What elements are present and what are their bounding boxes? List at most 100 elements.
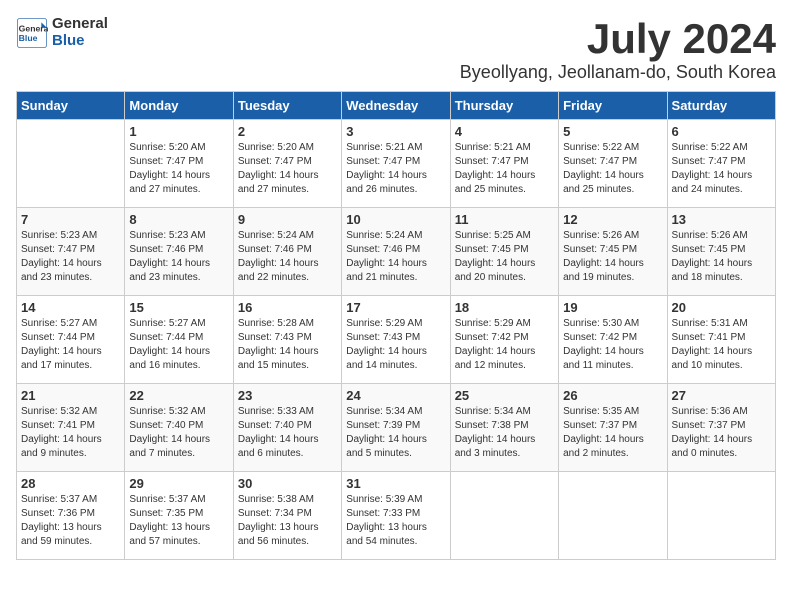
day-info: Sunrise: 5:36 AMSunset: 7:37 PMDaylight:… (672, 405, 771, 461)
svg-text:Blue: Blue (19, 33, 38, 43)
day-info: Sunrise: 5:26 AMSunset: 7:45 PMDaylight:… (672, 229, 771, 285)
calendar-cell: 1 Sunrise: 5:20 AMSunset: 7:47 PMDaylight… (125, 120, 233, 208)
day-number: 11 (455, 212, 554, 227)
day-number: 8 (129, 212, 228, 227)
day-number: 29 (129, 476, 228, 491)
day-number: 10 (346, 212, 445, 227)
day-of-week-header: Saturday (667, 92, 775, 120)
calendar-cell: 20 Sunrise: 5:31 AMSunset: 7:41 PMDayligh… (667, 296, 775, 384)
day-number: 17 (346, 300, 445, 315)
calendar-cell (667, 472, 775, 560)
day-info: Sunrise: 5:28 AMSunset: 7:43 PMDaylight:… (238, 317, 337, 373)
calendar-cell: 25 Sunrise: 5:34 AMSunset: 7:38 PMDayligh… (450, 384, 558, 472)
day-number: 23 (238, 388, 337, 403)
day-of-week-header: Wednesday (342, 92, 450, 120)
calendar-cell: 21Sunrise: 5:32 AMSunset: 7:41 PMDayligh… (17, 384, 125, 472)
day-number: 7 (21, 212, 120, 227)
days-header-row: SundayMondayTuesdayWednesdayThursdayFrid… (17, 92, 776, 120)
week-row: 7 Sunrise: 5:23 AMSunset: 7:47 PMDaylight… (17, 208, 776, 296)
calendar-cell: 7 Sunrise: 5:23 AMSunset: 7:47 PMDaylight… (17, 208, 125, 296)
day-info: Sunrise: 5:23 AMSunset: 7:47 PMDaylight:… (21, 229, 120, 285)
logo-general: General (52, 16, 108, 33)
calendar-cell: 16 Sunrise: 5:28 AMSunset: 7:43 PMDayligh… (233, 296, 341, 384)
calendar-cell: 11 Sunrise: 5:25 AMSunset: 7:45 PMDayligh… (450, 208, 558, 296)
day-info: Sunrise: 5:34 AMSunset: 7:39 PMDaylight:… (346, 405, 445, 461)
day-info: Sunrise: 5:39 AMSunset: 7:33 PMDaylight:… (346, 493, 445, 549)
day-info: Sunrise: 5:31 AMSunset: 7:41 PMDaylight:… (672, 317, 771, 373)
week-row: 21Sunrise: 5:32 AMSunset: 7:41 PMDayligh… (17, 384, 776, 472)
day-info: Sunrise: 5:24 AMSunset: 7:46 PMDaylight:… (346, 229, 445, 285)
day-number: 4 (455, 124, 554, 139)
calendar-cell: 2 Sunrise: 5:20 AMSunset: 7:47 PMDaylight… (233, 120, 341, 208)
calendar-cell: 31Sunrise: 5:39 AMSunset: 7:33 PMDayligh… (342, 472, 450, 560)
calendar-cell: 30 Sunrise: 5:38 AMSunset: 7:34 PMDayligh… (233, 472, 341, 560)
day-number: 22 (129, 388, 228, 403)
logo-text-block: General Blue (52, 16, 108, 49)
logo-blue: Blue (52, 33, 108, 50)
calendar-cell: 13 Sunrise: 5:26 AMSunset: 7:45 PMDayligh… (667, 208, 775, 296)
day-info: Sunrise: 5:20 AMSunset: 7:47 PMDaylight:… (129, 141, 228, 197)
day-info: Sunrise: 5:26 AMSunset: 7:45 PMDaylight:… (563, 229, 662, 285)
week-row: 28 Sunrise: 5:37 AMSunset: 7:36 PMDayligh… (17, 472, 776, 560)
logo: General Blue General Blue (16, 16, 108, 49)
calendar-cell: 29 Sunrise: 5:37 AMSunset: 7:35 PMDayligh… (125, 472, 233, 560)
title-area: July 2024 Byeollyang, Jeollanam-do, Sout… (460, 16, 776, 83)
day-info: Sunrise: 5:22 AMSunset: 7:47 PMDaylight:… (563, 141, 662, 197)
day-number: 19 (563, 300, 662, 315)
day-info: Sunrise: 5:21 AMSunset: 7:47 PMDaylight:… (346, 141, 445, 197)
calendar-cell: 10 Sunrise: 5:24 AMSunset: 7:46 PMDayligh… (342, 208, 450, 296)
calendar-cell: 19Sunrise: 5:30 AMSunset: 7:42 PMDayligh… (559, 296, 667, 384)
day-number: 5 (563, 124, 662, 139)
day-info: Sunrise: 5:37 AMSunset: 7:35 PMDaylight:… (129, 493, 228, 549)
day-info: Sunrise: 5:38 AMSunset: 7:34 PMDaylight:… (238, 493, 337, 549)
day-info: Sunrise: 5:32 AMSunset: 7:40 PMDaylight:… (129, 405, 228, 461)
day-info: Sunrise: 5:27 AMSunset: 7:44 PMDaylight:… (129, 317, 228, 373)
day-number: 21 (21, 388, 120, 403)
day-info: Sunrise: 5:37 AMSunset: 7:36 PMDaylight:… (21, 493, 120, 549)
calendar-table: SundayMondayTuesdayWednesdayThursdayFrid… (16, 91, 776, 560)
day-info: Sunrise: 5:33 AMSunset: 7:40 PMDaylight:… (238, 405, 337, 461)
day-number: 15 (129, 300, 228, 315)
calendar-cell: 24 Sunrise: 5:34 AMSunset: 7:39 PMDayligh… (342, 384, 450, 472)
calendar-cell: 4 Sunrise: 5:21 AMSunset: 7:47 PMDaylight… (450, 120, 558, 208)
calendar-cell (17, 120, 125, 208)
day-number: 6 (672, 124, 771, 139)
day-number: 14 (21, 300, 120, 315)
calendar-cell: 18Sunrise: 5:29 AMSunset: 7:42 PMDayligh… (450, 296, 558, 384)
day-number: 25 (455, 388, 554, 403)
week-row: 1 Sunrise: 5:20 AMSunset: 7:47 PMDaylight… (17, 120, 776, 208)
day-number: 27 (672, 388, 771, 403)
calendar-cell: 17 Sunrise: 5:29 AMSunset: 7:43 PMDayligh… (342, 296, 450, 384)
day-number: 1 (129, 124, 228, 139)
calendar-cell: 15 Sunrise: 5:27 AMSunset: 7:44 PMDayligh… (125, 296, 233, 384)
day-info: Sunrise: 5:29 AMSunset: 7:43 PMDaylight:… (346, 317, 445, 373)
day-number: 28 (21, 476, 120, 491)
calendar-cell: 26Sunrise: 5:35 AMSunset: 7:37 PMDayligh… (559, 384, 667, 472)
day-number: 16 (238, 300, 337, 315)
day-info: Sunrise: 5:20 AMSunset: 7:47 PMDaylight:… (238, 141, 337, 197)
day-number: 20 (672, 300, 771, 315)
day-number: 18 (455, 300, 554, 315)
day-of-week-header: Monday (125, 92, 233, 120)
location-title: Byeollyang, Jeollanam-do, South Korea (460, 62, 776, 83)
day-info: Sunrise: 5:27 AMSunset: 7:44 PMDaylight:… (21, 317, 120, 373)
day-number: 30 (238, 476, 337, 491)
day-info: Sunrise: 5:25 AMSunset: 7:45 PMDaylight:… (455, 229, 554, 285)
day-number: 13 (672, 212, 771, 227)
day-number: 24 (346, 388, 445, 403)
calendar-cell (559, 472, 667, 560)
day-info: Sunrise: 5:35 AMSunset: 7:37 PMDaylight:… (563, 405, 662, 461)
calendar-cell: 9Sunrise: 5:24 AMSunset: 7:46 PMDaylight… (233, 208, 341, 296)
calendar-cell: 22 Sunrise: 5:32 AMSunset: 7:40 PMDayligh… (125, 384, 233, 472)
calendar-cell: 27 Sunrise: 5:36 AMSunset: 7:37 PMDayligh… (667, 384, 775, 472)
day-of-week-header: Thursday (450, 92, 558, 120)
day-info: Sunrise: 5:21 AMSunset: 7:47 PMDaylight:… (455, 141, 554, 197)
day-info: Sunrise: 5:34 AMSunset: 7:38 PMDaylight:… (455, 405, 554, 461)
day-number: 2 (238, 124, 337, 139)
logo-icon: General Blue (16, 17, 48, 49)
calendar-cell: 28 Sunrise: 5:37 AMSunset: 7:36 PMDayligh… (17, 472, 125, 560)
day-number: 9 (238, 212, 337, 227)
month-title: July 2024 (460, 16, 776, 62)
day-number: 12 (563, 212, 662, 227)
calendar-cell: 8Sunrise: 5:23 AMSunset: 7:46 PMDaylight… (125, 208, 233, 296)
